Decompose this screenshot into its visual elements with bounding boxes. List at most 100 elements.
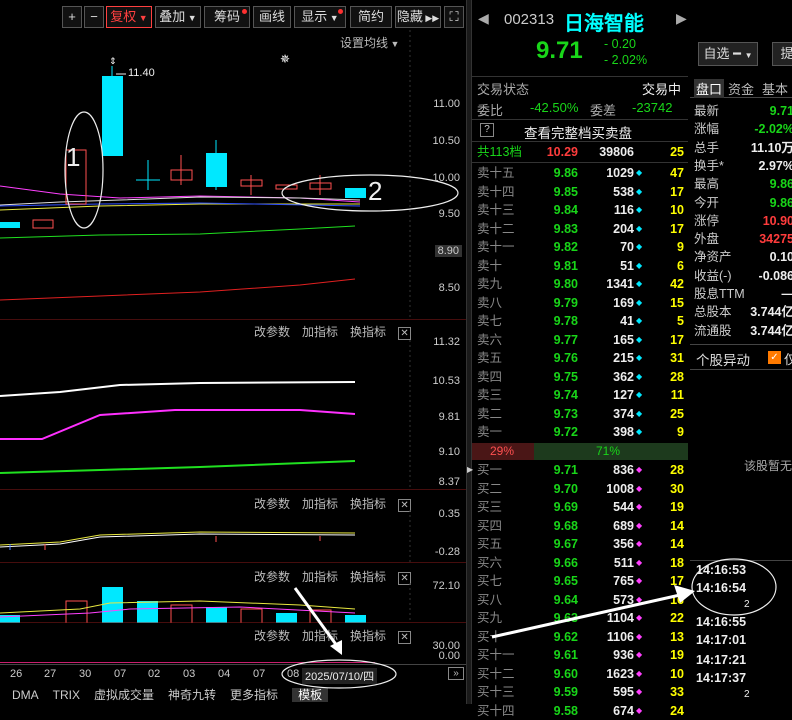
diamond-icon: ◆ [636,183,642,201]
add-watchlist-button[interactable]: 自选 ━ ▼ [698,42,758,66]
diamond-icon: ◆ [636,386,642,404]
orderbook-row[interactable]: 买十四9.58674◆24 [472,702,688,720]
orderbook-row[interactable]: 卖十四9.85538◆17 [472,183,688,201]
level-price: 9.58 [538,702,578,720]
orderbook-row[interactable]: 卖四9.75362◆28 [472,368,688,386]
y-tick: 9.81 [439,411,460,423]
tab-zijin[interactable]: 资金 [728,79,754,98]
fuquan-button[interactable]: 复权 ▼ [106,6,152,28]
tab-magic-nine[interactable]: 神奇九转 [168,688,216,702]
orderbook-row[interactable]: 卖六9.77165◆17 [472,331,688,349]
chouma-button[interactable]: 筹码 [204,6,250,28]
level-volume: 70 [582,238,634,256]
annotation-2: 2 [368,176,382,207]
yincang-button[interactable]: 隐藏 ▶▶ [395,6,441,28]
diamond-icon: ◆ [636,275,642,293]
orderbook-row[interactable]: 卖三9.74127◆11 [472,386,688,404]
trade-status-value: 交易中 [642,79,681,98]
level-price: 9.68 [538,517,578,535]
weicha-value: -23742 [632,100,672,115]
annotation-arrow-svg [490,575,710,645]
orderbook-row[interactable]: 买十三9.59595◆33 [472,683,688,701]
orderbook-row[interactable]: 卖十三9.84116◆10 [472,201,688,219]
level-count: 14 [644,517,684,535]
double-right-icon[interactable]: » [448,667,464,680]
orderbook-row[interactable]: 卖八9.79169◆15 [472,294,688,312]
checkbox-icon[interactable]: ✓ [768,351,781,364]
zoom-in-button[interactable]: + [62,6,82,28]
stat-key: 流通股 [694,322,732,340]
orderbook-row[interactable]: 买三9.69544◆19 [472,498,688,516]
diamond-icon: ◆ [636,312,642,330]
date-label: 03 [183,668,195,680]
level-count: 15 [644,294,684,312]
fullscreen-icon[interactable]: ⛶ [444,6,464,28]
orderbook-row[interactable]: 卖一9.72398◆9 [472,423,688,441]
orderbook-row[interactable]: 买四9.68689◆14 [472,517,688,535]
swap-indicator-link[interactable]: 换指标 [350,325,386,339]
view-full-orderbook-link[interactable]: 查看完整档买卖盘 [524,122,632,142]
abnormal-only-label: 仅 [784,349,792,368]
close-icon[interactable]: ✕ [398,327,411,340]
edit-params-link[interactable]: 改参数 [254,497,290,511]
level-price: 9.79 [538,294,578,312]
level-count: 30 [644,480,684,498]
orderbook-row[interactable]: 卖十五9.861029◆47 [472,164,688,182]
orderbook-row[interactable]: 买一9.71836◆28 [472,461,688,479]
edit-params-link[interactable]: 改参数 [254,325,290,339]
tab-template[interactable]: 模板 [292,688,328,702]
diamond-icon: ◆ [636,238,642,256]
orderbook-row[interactable]: 卖九9.801341◆42 [472,275,688,293]
level-label: 卖六 [477,331,502,349]
annotation-1: 1 [66,142,80,173]
kline-main-svg[interactable] [0,30,466,320]
level-volume: 41 [582,312,634,330]
orderbook-row[interactable]: 买六9.66511◆18 [472,554,688,572]
kline-chart-area[interactable]: + − 复权 ▼ 叠加 ▼ 筹码 画线 显示 ▼ 简约 隐藏 ▶▶ ⛶ 设置均线… [0,0,466,704]
diamond-icon: ◆ [636,702,642,720]
orderbook-row[interactable]: 卖十9.8151◆6 [472,257,688,275]
tab-pankou[interactable]: 盘口 [694,79,724,98]
summary-count: 25 [644,143,684,161]
tab-trix[interactable]: TRIX [53,688,80,702]
tab-more-indicators[interactable]: 更多指标 [230,688,278,702]
stat-value: 9.86 [770,175,792,193]
swap-indicator-link[interactable]: 换指标 [350,497,386,511]
stock-price: 9.71 [536,37,583,65]
zoom-out-button[interactable]: − [84,6,104,28]
orderbook-row[interactable]: 买五9.67356◆14 [472,535,688,553]
chouma-label: 筹码 [214,9,240,24]
huaxian-button[interactable]: 画线 [253,6,291,28]
y-tick: 0.35 [439,508,460,520]
ma-line-red [0,279,355,300]
summary-label: 共113档 [477,143,522,161]
diejia-button[interactable]: 叠加 ▼ [155,6,201,28]
y-tick: 10.53 [432,375,460,387]
orderbook-row[interactable]: 买十一9.61936◆19 [472,646,688,664]
help-icon[interactable]: ? [480,123,494,137]
stat-key: 外盘 [694,230,719,248]
orderbook-row[interactable]: 卖十二9.83204◆17 [472,220,688,238]
stat-key: 股息TTM [694,285,745,303]
y-tick: 11.00 [433,98,460,110]
tab-dma[interactable]: DMA [12,688,39,702]
prev-stock-icon[interactable]: ◀ [478,10,489,27]
orderbook-row[interactable]: 卖五9.76215◆31 [472,349,688,367]
ti-button[interactable]: 提 [772,42,792,66]
jianyue-button[interactable]: 简约 [350,6,392,28]
stat-row: 净资产0.10 [694,248,792,266]
xianshi-button[interactable]: 显示 ▼ [294,6,346,28]
stat-row: 外盘34275 [694,230,792,248]
add-indicator-link[interactable]: 加指标 [302,497,338,511]
tab-virtual-volume[interactable]: 虚拟成交量 [94,688,154,702]
edit-params-link[interactable]: 改参数 [254,570,290,584]
orderbook-row[interactable]: 卖七9.7841◆5 [472,312,688,330]
orderbook-row[interactable]: 卖十一9.8270◆9 [472,238,688,256]
next-stock-icon[interactable]: ▶ [676,10,687,27]
side-tabs: 盘口 资金 基本 [690,76,792,98]
orderbook-row[interactable]: 卖二9.73374◆25 [472,405,688,423]
add-indicator-link[interactable]: 加指标 [302,325,338,339]
orderbook-row[interactable]: 买十二9.601623◆10 [472,665,688,683]
tab-jiben[interactable]: 基本 [762,79,788,98]
orderbook-row[interactable]: 买二9.701008◆30 [472,480,688,498]
